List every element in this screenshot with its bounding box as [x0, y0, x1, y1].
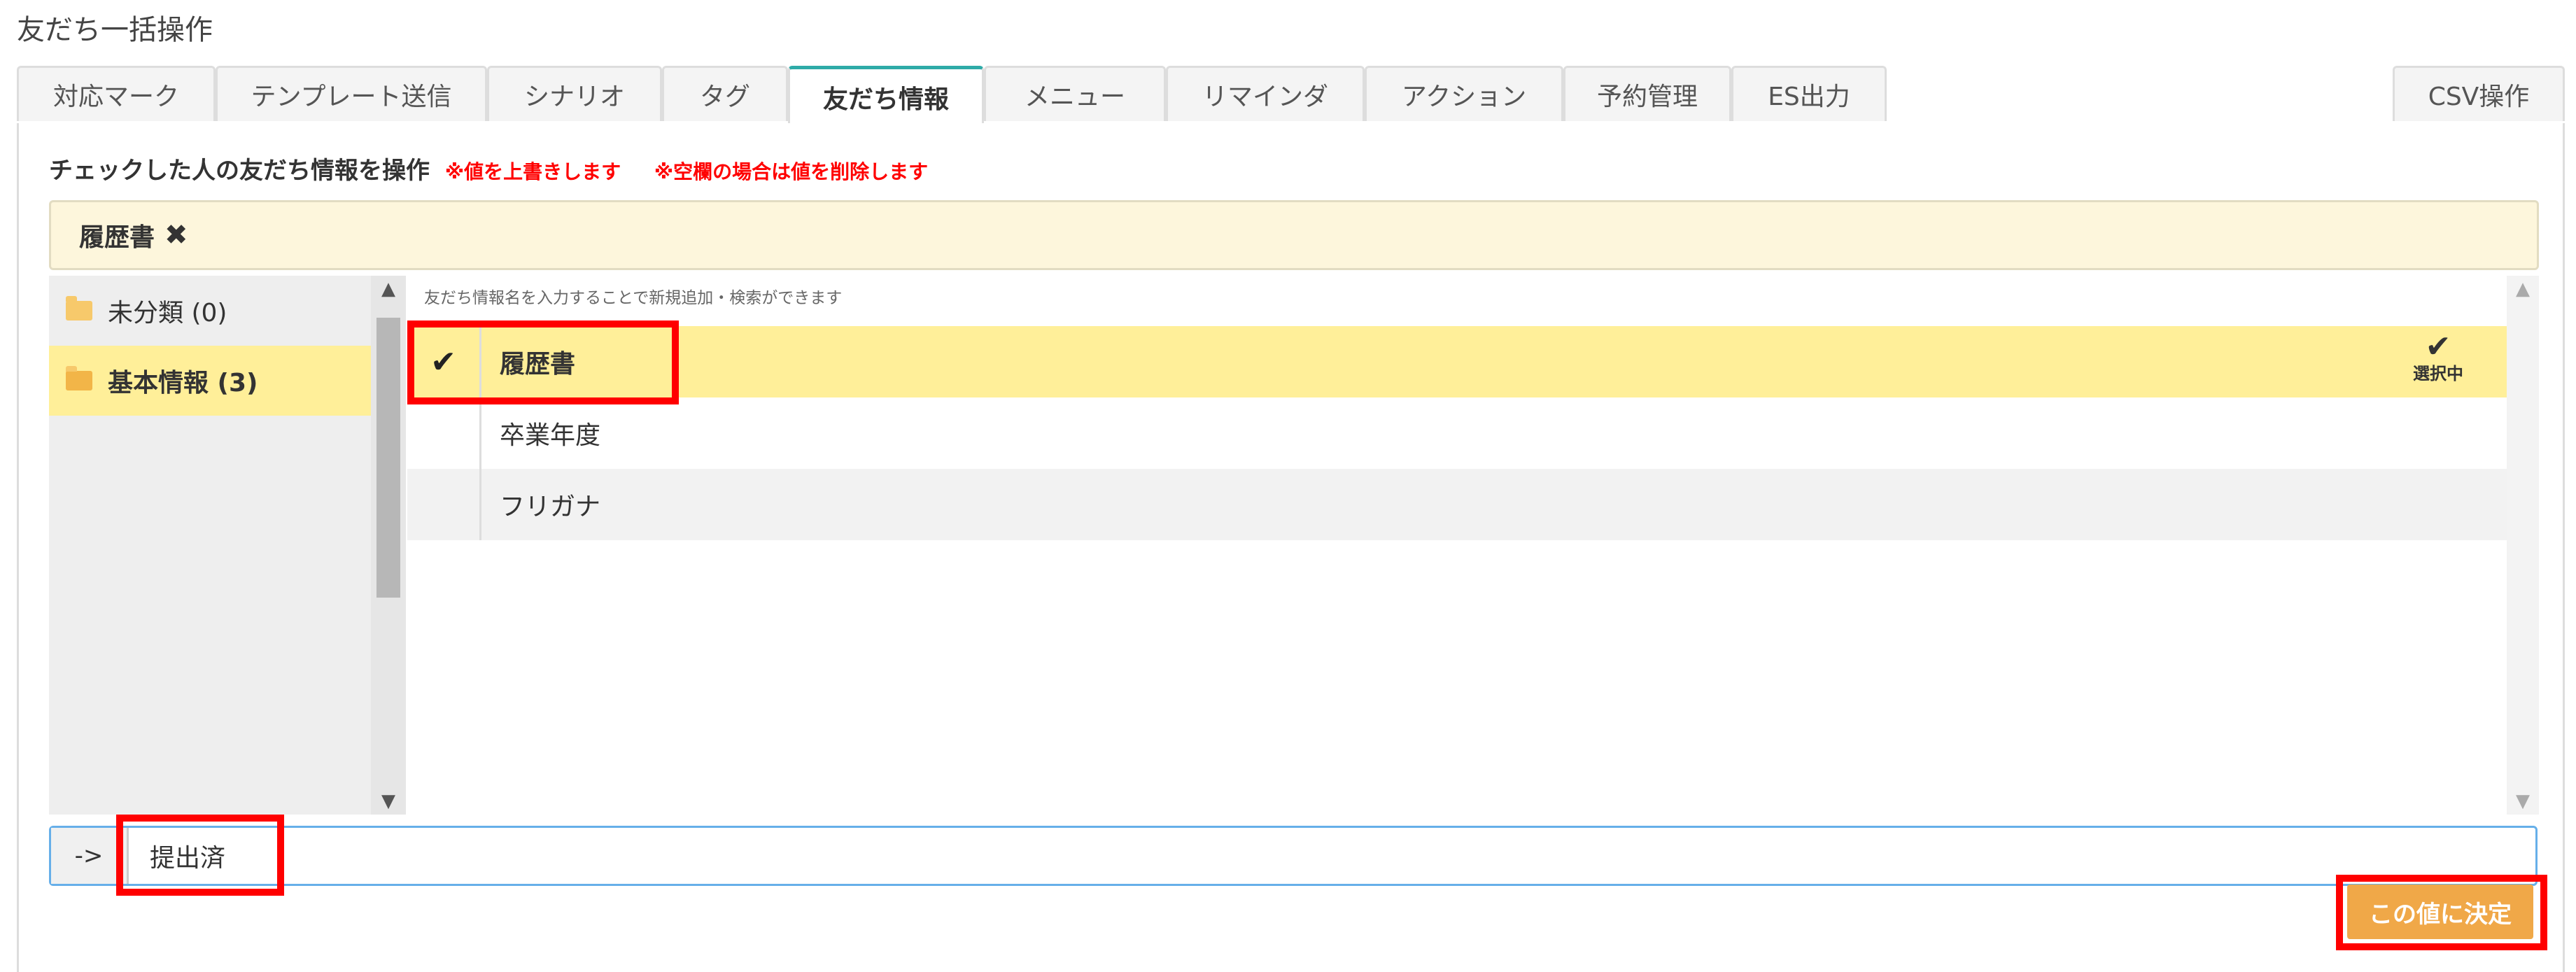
item-label: フリガナ	[500, 493, 601, 521]
tab-reservation[interactable]: 予約管理	[1563, 66, 1731, 121]
scroll-down-icon[interactable]: ▼	[371, 791, 406, 812]
selected-chip-label: 履歴書	[79, 223, 155, 252]
check-icon[interactable]: ✔	[407, 326, 481, 397]
close-icon[interactable]: ✖	[164, 219, 188, 251]
tab-csv[interactable]: CSV操作	[2393, 66, 2565, 121]
list-item[interactable]: 卒業年度	[407, 397, 2507, 469]
item-label: 卒業年度	[500, 421, 601, 450]
selected-chip: 履歴書 ✖	[79, 217, 188, 253]
folder-list: 未分類 (0) 基本情報 (3)	[49, 276, 371, 815]
tab-response-mark[interactable]: 対応マーク	[17, 66, 216, 121]
folder-icon	[66, 296, 92, 321]
list-hint: 友だち情報名を入力することで新規追加・検索ができます	[424, 289, 843, 307]
tab-friend-info[interactable]: 友だち情報	[788, 66, 984, 125]
folder-scrollbar[interactable]: ▲ ▼	[371, 276, 406, 815]
tab-bar: 対応マーク テンプレート送信 シナリオ タグ 友だち情報 メニュー リマインダ …	[17, 66, 2565, 125]
notice: チェックした人の友だち情報を操作 ※値を上書きします ※空欄の場合は値を削除しま…	[49, 151, 928, 185]
selected-status: ✔ 選択中	[2413, 329, 2463, 383]
check-box[interactable]	[407, 469, 481, 540]
selected-status-label: 選択中	[2413, 364, 2463, 383]
tab-tag[interactable]: タグ	[662, 66, 788, 121]
warning-blank: ※空欄の場合は値を削除します	[654, 160, 929, 183]
check-icon: ✔	[2425, 329, 2451, 365]
list-item[interactable]: ✔ 履歴書 ✔ 選択中	[407, 326, 2507, 397]
list-item[interactable]: フリガナ	[407, 469, 2507, 540]
item-label: 履歴書	[500, 350, 576, 379]
value-input[interactable]	[129, 828, 2535, 884]
tab-template-send[interactable]: テンプレート送信	[216, 66, 487, 121]
arrow-addon: ->	[51, 828, 129, 884]
tab-es-output[interactable]: ES出力	[1731, 66, 1887, 121]
tab-reminder[interactable]: リマインダ	[1166, 66, 1365, 121]
friend-info-list: ✔ 履歴書 ✔ 選択中 卒業年度 フリガナ	[407, 326, 2507, 540]
folder-item-basic-info[interactable]: 基本情報 (3)	[49, 346, 371, 416]
list-scrollbar[interactable]: ▲ ▼	[2507, 276, 2539, 815]
tab-action[interactable]: アクション	[1365, 66, 1563, 121]
tab-menu[interactable]: メニュー	[984, 66, 1166, 121]
scroll-down-icon[interactable]: ▼	[2507, 791, 2539, 812]
scroll-up-icon[interactable]: ▲	[2507, 279, 2539, 300]
tab-scenario[interactable]: シナリオ	[487, 66, 662, 121]
folder-open-icon	[66, 366, 92, 390]
folder-item-uncategorized[interactable]: 未分類 (0)	[49, 276, 371, 346]
warning-overwrite: ※値を上書きします	[444, 160, 621, 183]
scroll-up-icon[interactable]: ▲	[371, 279, 406, 300]
selected-items-bar: 履歴書 ✖	[49, 200, 2539, 270]
check-box[interactable]	[407, 397, 481, 469]
notice-heading: チェックした人の友だち情報を操作	[49, 157, 430, 185]
page-title: 友だち一括操作	[17, 14, 213, 46]
scrollbar-thumb[interactable]	[376, 318, 400, 598]
decide-button[interactable]: この値に決定	[2347, 885, 2533, 939]
value-input-group: ->	[49, 826, 2538, 886]
folder-label: 未分類 (0)	[108, 299, 227, 327]
folder-label: 基本情報 (3)	[108, 369, 258, 397]
